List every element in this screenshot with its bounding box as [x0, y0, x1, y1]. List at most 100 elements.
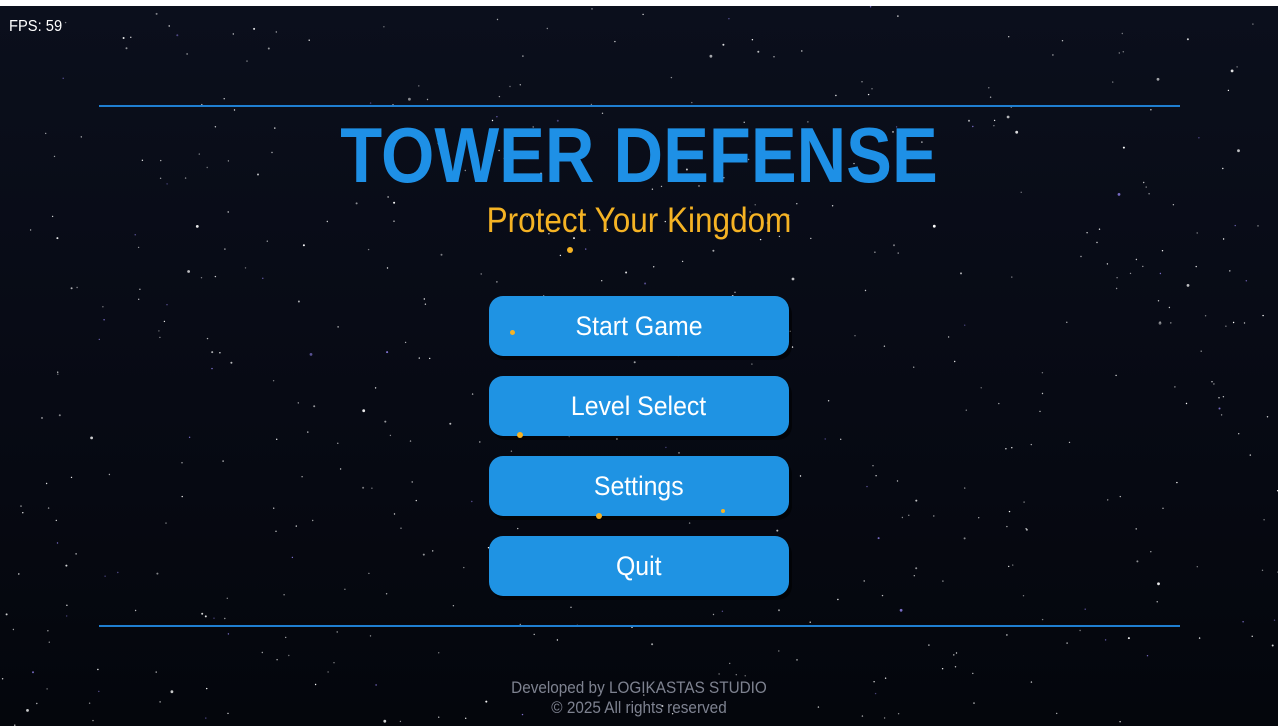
star	[389, 434, 392, 437]
star	[362, 409, 366, 413]
star	[385, 593, 388, 595]
star	[1227, 89, 1230, 92]
star	[285, 636, 287, 639]
star	[591, 8, 593, 10]
star	[1022, 595, 1025, 597]
star	[1052, 54, 1054, 56]
star	[519, 84, 521, 86]
star	[56, 542, 59, 544]
star	[45, 482, 48, 485]
star	[670, 76, 673, 79]
star	[1084, 608, 1086, 610]
star	[308, 39, 310, 41]
star	[837, 598, 839, 601]
star	[58, 414, 61, 417]
star	[1218, 397, 1220, 399]
star	[1122, 51, 1125, 53]
start-game-button[interactable]: Start Game	[489, 296, 789, 356]
star	[1041, 392, 1044, 395]
star	[570, 606, 572, 608]
star	[62, 77, 64, 80]
star	[297, 402, 299, 404]
star	[871, 88, 873, 90]
star	[942, 580, 944, 582]
star	[913, 575, 915, 577]
star	[665, 446, 667, 449]
star	[76, 286, 78, 289]
star	[70, 476, 73, 479]
star	[408, 97, 411, 101]
star	[874, 251, 876, 253]
star	[159, 336, 161, 339]
star	[246, 60, 248, 62]
star	[955, 652, 958, 654]
star	[65, 564, 68, 567]
star	[275, 530, 277, 532]
star	[301, 476, 303, 478]
star	[933, 515, 935, 517]
star	[989, 96, 992, 98]
star	[418, 357, 420, 359]
level-select-label: Level Select	[571, 391, 707, 421]
star	[1262, 314, 1264, 317]
star	[651, 643, 654, 646]
star	[156, 572, 159, 575]
top-divider	[99, 105, 1180, 107]
star	[312, 519, 314, 522]
star	[222, 460, 224, 462]
star	[283, 594, 285, 596]
star	[1119, 495, 1122, 498]
settings-button[interactable]: Settings	[489, 456, 789, 516]
star	[201, 612, 204, 615]
star	[1161, 250, 1164, 252]
star	[1174, 386, 1176, 388]
star	[1249, 454, 1252, 456]
star	[1236, 66, 1238, 68]
game-subtitle: Protect Your Kingdom	[486, 201, 792, 240]
star	[186, 53, 188, 55]
star	[1162, 507, 1164, 509]
star	[1096, 241, 1098, 244]
star	[327, 671, 329, 673]
bottom-divider	[99, 625, 1180, 627]
star	[368, 572, 370, 575]
star	[1218, 407, 1221, 410]
star	[718, 673, 720, 675]
star	[165, 522, 167, 524]
star	[751, 39, 754, 41]
level-select-button[interactable]: Level Select	[489, 376, 789, 436]
star	[1107, 499, 1109, 501]
star	[158, 330, 160, 332]
star	[1185, 402, 1188, 405]
star	[998, 402, 1000, 405]
star	[751, 363, 753, 365]
star	[471, 500, 473, 503]
star	[233, 109, 236, 111]
quit-button[interactable]: Quit	[489, 536, 789, 596]
star	[789, 330, 791, 332]
star	[1271, 644, 1274, 647]
star	[211, 367, 213, 370]
star	[422, 553, 425, 556]
star	[276, 659, 278, 661]
star	[709, 54, 713, 58]
star	[47, 630, 49, 632]
star	[1204, 315, 1207, 317]
star	[181, 462, 183, 464]
star	[48, 641, 50, 643]
star	[1023, 501, 1025, 503]
star	[625, 271, 628, 274]
star	[429, 357, 431, 360]
star	[1159, 272, 1162, 275]
spark-particle	[721, 509, 725, 513]
star	[633, 361, 636, 364]
star	[1008, 36, 1010, 38]
star	[404, 341, 407, 344]
star	[908, 514, 910, 516]
star	[1011, 276, 1013, 278]
star	[1222, 238, 1225, 240]
star	[411, 481, 413, 483]
star	[138, 298, 140, 300]
star	[1266, 416, 1269, 418]
star	[471, 393, 474, 395]
